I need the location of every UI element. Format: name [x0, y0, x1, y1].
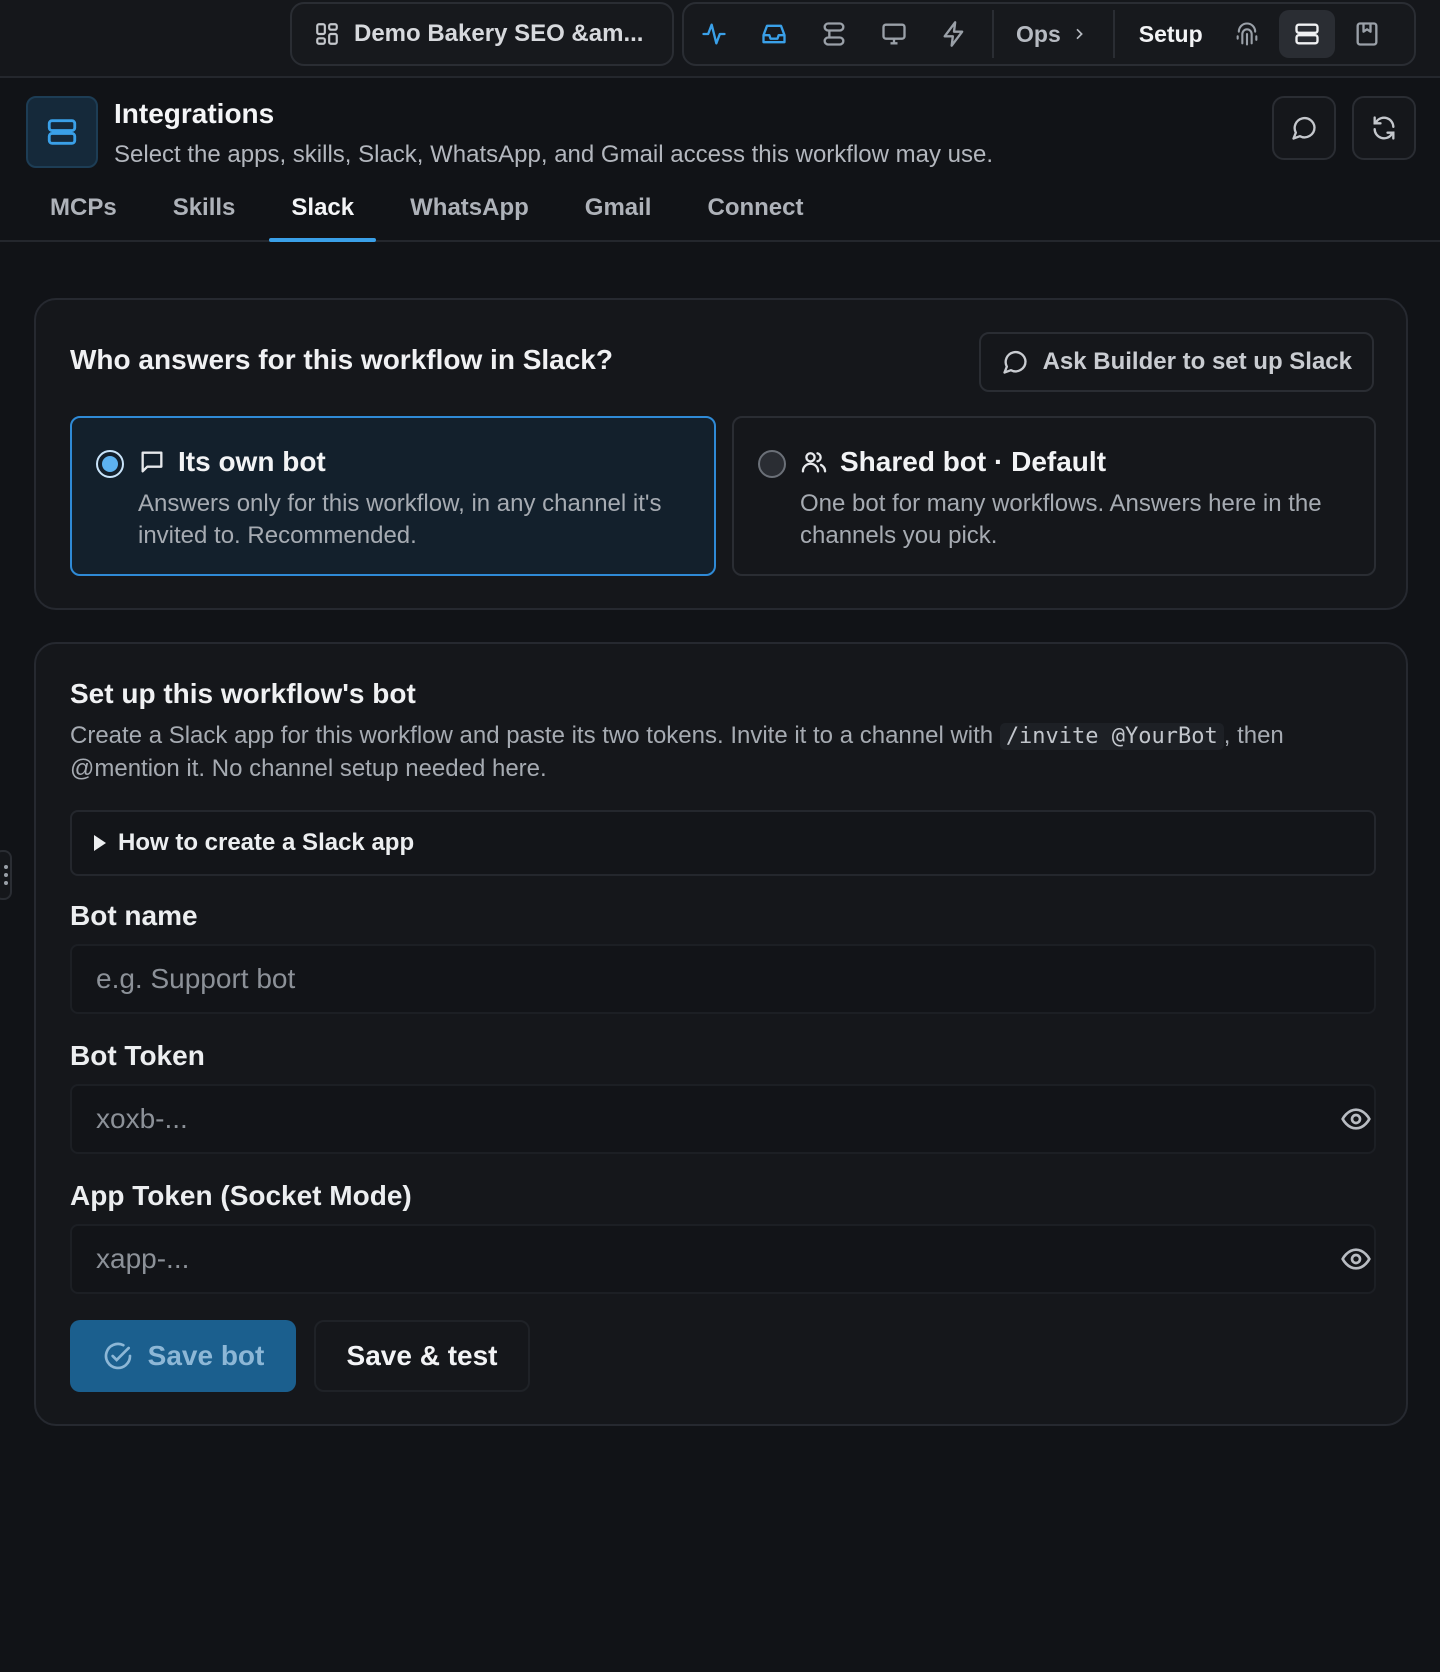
tab-whatsapp[interactable]: WhatsApp — [388, 188, 551, 242]
message-square-icon — [138, 448, 166, 476]
divider — [992, 10, 994, 58]
refresh-button[interactable] — [1352, 96, 1416, 160]
responder-card: Who answers for this workflow in Slack? … — [34, 298, 1408, 610]
refresh-icon — [1370, 114, 1398, 142]
tab-slack[interactable]: Slack — [269, 188, 376, 242]
inbox-icon[interactable] — [744, 4, 804, 64]
app-token-label: App Token (Socket Mode) — [70, 1180, 412, 1211]
option-description: One bot for many workflows. Answers here… — [800, 490, 1322, 549]
option-own-bot[interactable]: Its own bot Answers only for this workfl… — [70, 416, 716, 576]
option-title: Its own bot — [178, 446, 326, 477]
setup-label[interactable]: Setup — [1123, 21, 1217, 48]
radio-shared-bot[interactable] — [758, 450, 786, 478]
monitor-icon[interactable] — [864, 4, 924, 64]
bot-name-input[interactable] — [70, 944, 1376, 1014]
chat-button[interactable] — [1272, 96, 1336, 160]
eye-icon[interactable] — [1340, 1243, 1372, 1275]
save-bot-button[interactable]: Save bot — [70, 1320, 296, 1392]
ask-builder-button[interactable]: Ask Builder to set up Slack — [978, 332, 1374, 392]
how-to-label: How to create a Slack app — [118, 829, 415, 856]
how-to-disclosure[interactable]: How to create a Slack app — [70, 810, 1376, 876]
bot-token-input[interactable] — [70, 1084, 1376, 1154]
invite-command: /invite @YourBot — [999, 723, 1224, 750]
option-shared-bot[interactable]: Shared bot · Default One bot for many wo… — [732, 416, 1376, 576]
bolt-icon[interactable] — [924, 4, 984, 64]
bot-setup-card: Set up this workflow's bot Create a Slac… — [34, 642, 1408, 1426]
top-nav: Ops Setup — [682, 2, 1416, 66]
setup-description: Create a Slack app for this workflow and… — [70, 720, 1390, 785]
tab-gmail[interactable]: Gmail — [563, 188, 674, 242]
caret-right-icon — [94, 835, 106, 851]
server-icon — [26, 96, 98, 168]
bookmark-icon[interactable] — [1337, 4, 1397, 64]
top-bar: Demo Bakery SEO &am... Ops Setup — [0, 0, 1440, 78]
tab-skills[interactable]: Skills — [151, 188, 258, 242]
integrations-header: Integrations Select the apps, skills, Sl… — [0, 78, 1440, 242]
check-circle-icon — [102, 1340, 134, 1372]
tab-connect[interactable]: Connect — [685, 188, 825, 242]
save-and-test-button[interactable]: Save & test — [314, 1320, 530, 1392]
message-circle-icon — [1290, 114, 1318, 142]
chevron-right-icon — [1071, 26, 1087, 42]
workspace-label: Demo Bakery SEO &am... — [354, 20, 644, 47]
ops-label: Ops — [1016, 20, 1061, 47]
setup-desc-text: Create a Slack app for this workflow and… — [70, 722, 994, 749]
app-token-input[interactable] — [70, 1224, 1376, 1294]
server-icon[interactable] — [1278, 10, 1335, 58]
tab-mcps[interactable]: MCPs — [28, 188, 139, 242]
users-icon — [800, 448, 828, 476]
ask-builder-label: Ask Builder to set up Slack — [1042, 348, 1352, 375]
divider — [1112, 10, 1115, 58]
setup-title: Set up this workflow's bot — [70, 678, 416, 709]
fingerprint-icon[interactable] — [1217, 4, 1277, 64]
ops-menu[interactable]: Ops — [1002, 21, 1105, 48]
option-description: Answers only for this workflow, in any c… — [138, 490, 662, 549]
page-title: Integrations — [114, 98, 275, 129]
message-circle-icon — [1001, 348, 1029, 376]
workflow-icon[interactable] — [804, 4, 864, 64]
radio-own-bot[interactable] — [96, 450, 124, 478]
page-subtitle: Select the apps, skills, Slack, WhatsApp… — [114, 141, 994, 168]
activity-icon[interactable] — [684, 4, 744, 64]
bot-token-label: Bot Token — [70, 1040, 205, 1071]
tab-bar: MCPs Skills Slack WhatsApp Gmail Connect — [28, 188, 837, 242]
save-bot-label: Save bot — [147, 1340, 265, 1371]
responder-title: Who answers for this workflow in Slack? — [70, 344, 613, 375]
grid-icon — [314, 21, 340, 47]
eye-icon[interactable] — [1340, 1103, 1372, 1135]
option-title: Shared bot · Default — [840, 446, 1107, 477]
workspace-selector[interactable]: Demo Bakery SEO &am... — [290, 2, 674, 66]
bot-name-label: Bot name — [70, 900, 198, 931]
panel-resize-handle[interactable] — [0, 850, 12, 900]
